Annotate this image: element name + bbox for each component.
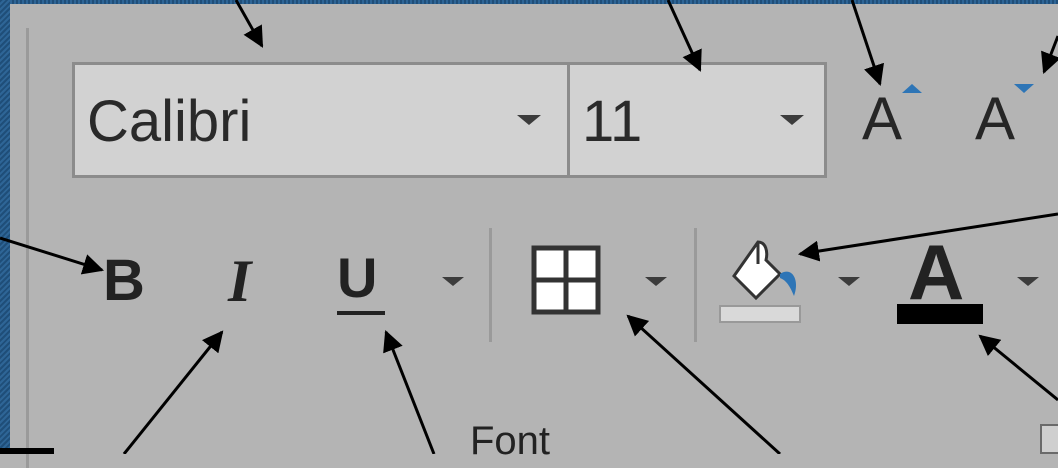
callout-arrow [122, 330, 224, 454]
callout-arrow [626, 314, 782, 454]
callout-arrow [234, 0, 264, 48]
callout-arrows [0, 0, 1058, 454]
callout-arrow [666, 0, 702, 72]
callout-arrow [978, 334, 1058, 402]
callout-arrow [797, 212, 1058, 262]
callout-arrow [1041, 35, 1058, 74]
callout-arrow [850, 0, 884, 86]
callout-arrow [383, 330, 436, 454]
callout-arrow [0, 236, 105, 275]
